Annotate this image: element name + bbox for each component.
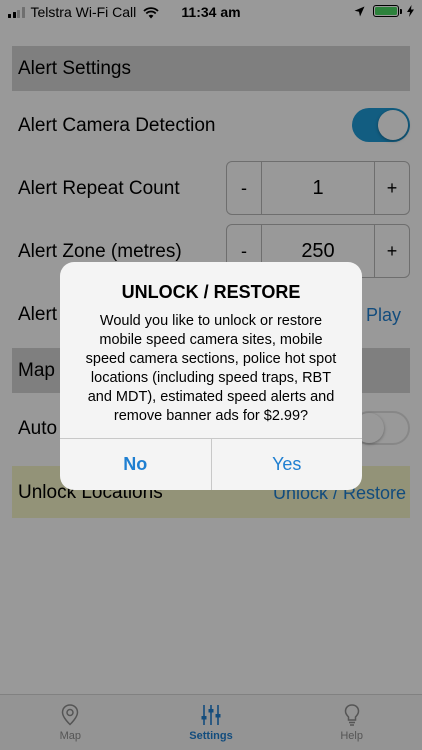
no-button[interactable]: No [60, 439, 212, 490]
yes-button[interactable]: Yes [212, 439, 363, 490]
dialog-message: Would you like to unlock or restore mobi… [85, 313, 337, 424]
unlock-restore-dialog: UNLOCK / RESTORE Would you like to unloc… [60, 262, 362, 490]
dialog-buttons: No Yes [60, 438, 362, 490]
dialog-title: UNLOCK / RESTORE [121, 282, 301, 302]
